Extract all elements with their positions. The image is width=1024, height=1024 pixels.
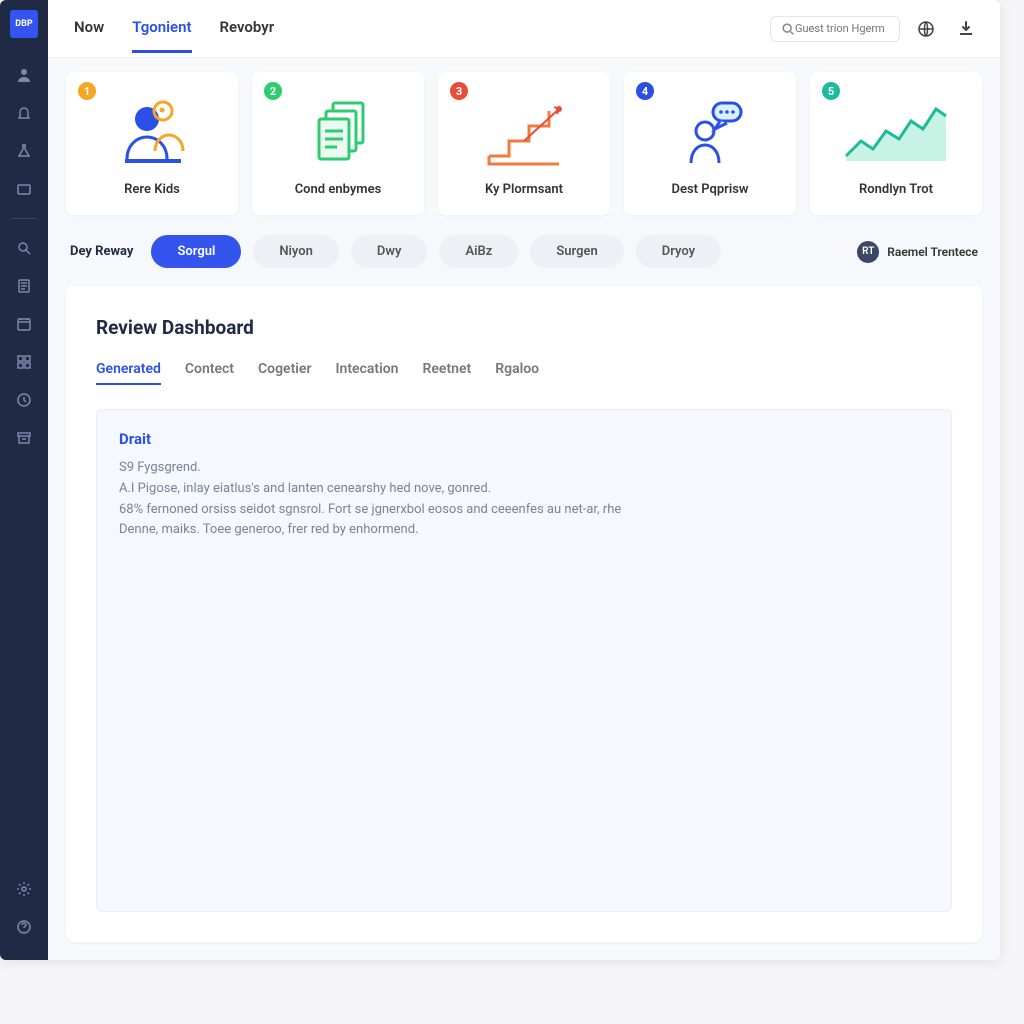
card-title: Dest Pqprisw	[672, 182, 749, 197]
app-logo[interactable]: DBP	[10, 10, 38, 38]
panel-title: Review Dashboard	[96, 316, 952, 339]
draft-line: 68% fernoned orsiss seidot sgnsrol. Fort…	[119, 500, 639, 542]
search-input[interactable]	[795, 22, 885, 35]
sidebar: DBP	[0, 0, 48, 960]
subtab-reetnet[interactable]: Reetnet	[423, 361, 472, 385]
card-cond-enbymes[interactable]: 2 Cond enbymes	[252, 72, 424, 215]
globe-icon[interactable]	[912, 15, 940, 43]
card-ky-plormsant[interactable]: 3 Ky Plormsant	[438, 72, 610, 215]
card-number: 4	[636, 82, 654, 100]
nav-bell-icon[interactable]	[13, 102, 35, 124]
search-box[interactable]	[770, 16, 900, 42]
pill-niyon[interactable]: Niyon	[253, 235, 339, 268]
download-icon[interactable]	[952, 15, 980, 43]
people-icon	[78, 86, 226, 176]
subtab-contect[interactable]: Contect	[185, 361, 234, 385]
app-shell: DBP Now Tgonient Revobyr	[0, 0, 1000, 960]
card-rondlyn-trot[interactable]: 5 Rondlyn Trot	[810, 72, 982, 215]
card-title: Rere Kids	[124, 182, 180, 197]
files-icon	[264, 86, 412, 176]
pill-surgen[interactable]: Surgen	[530, 235, 623, 268]
trend-chart-icon	[822, 86, 970, 176]
author-name: Raemel Trentece	[887, 245, 978, 259]
top-nav: Now Tgonient Revobyr	[48, 0, 1000, 58]
nav-flask-icon[interactable]	[13, 140, 35, 162]
tab-now[interactable]: Now	[74, 4, 104, 53]
nav-archive-icon[interactable]	[13, 427, 35, 449]
draft-line: S9 Fygsgrend.	[119, 458, 639, 479]
subtab-cogetier[interactable]: Cogetier	[258, 361, 311, 385]
panel-subtabs: Generated Contect Cogetier Intecation Re…	[96, 361, 952, 385]
card-dest-pqprisw[interactable]: 4 Dest Pqprisw	[624, 72, 796, 215]
subtab-intecation[interactable]: Intecation	[336, 361, 399, 385]
nav-person-icon[interactable]	[13, 64, 35, 86]
category-cards: 1 Rere Kids 2	[48, 58, 1000, 225]
top-tabs: Now Tgonient Revobyr	[74, 4, 274, 53]
card-number: 2	[264, 82, 282, 100]
nav-settings-icon[interactable]	[13, 878, 35, 900]
pill-aibz[interactable]: AiBz	[439, 235, 518, 268]
stairs-icon	[450, 86, 598, 176]
nav-search-icon[interactable]	[13, 237, 35, 259]
nav-doc-icon[interactable]	[13, 275, 35, 297]
main-column: Now Tgonient Revobyr 1	[48, 0, 1000, 960]
subtab-generated[interactable]: Generated	[96, 361, 161, 385]
author-chip[interactable]: RT Raemel Trentece	[857, 241, 978, 263]
draft-document: Drait S9 Fygsgrend. A.I Pigose, inlay ei…	[96, 409, 952, 912]
tab-tgonient[interactable]: Tgonient	[132, 4, 191, 53]
card-title: Ky Plormsant	[485, 182, 563, 197]
nav-box-icon[interactable]	[13, 178, 35, 200]
chat-person-icon	[636, 86, 784, 176]
nav-help-icon[interactable]	[13, 916, 35, 938]
nav-grid-icon[interactable]	[13, 351, 35, 373]
card-rere-kids[interactable]: 1 Rere Kids	[66, 72, 238, 215]
draft-line: A.I Pigose, inlay eiatlus's and lanten c…	[119, 479, 639, 500]
review-panel: Review Dashboard Generated Contect Coget…	[66, 286, 982, 942]
nav-clock-icon[interactable]	[13, 389, 35, 411]
card-number: 1	[78, 82, 96, 100]
filter-label: Dey Reway	[70, 244, 133, 259]
card-number: 3	[450, 82, 468, 100]
card-title: Rondlyn Trot	[859, 182, 933, 197]
card-number: 5	[822, 82, 840, 100]
search-icon	[781, 22, 795, 36]
sidebar-separator	[11, 218, 37, 219]
subtab-rgaloo[interactable]: Rgaloo	[495, 361, 539, 385]
draft-heading: Drait	[119, 430, 929, 448]
pill-dwy[interactable]: Dwy	[351, 235, 428, 268]
card-title: Cond enbymes	[295, 182, 382, 197]
pill-dryoy[interactable]: Dryoy	[636, 235, 721, 268]
filter-row: Dey Reway Sorgul Niyon Dwy AiBz Surgen D…	[48, 225, 1000, 286]
pill-sorgul[interactable]: Sorgul	[151, 235, 241, 268]
avatar: RT	[857, 241, 879, 263]
nav-calendar-icon[interactable]	[13, 313, 35, 335]
tab-revobyr[interactable]: Revobyr	[220, 4, 275, 53]
